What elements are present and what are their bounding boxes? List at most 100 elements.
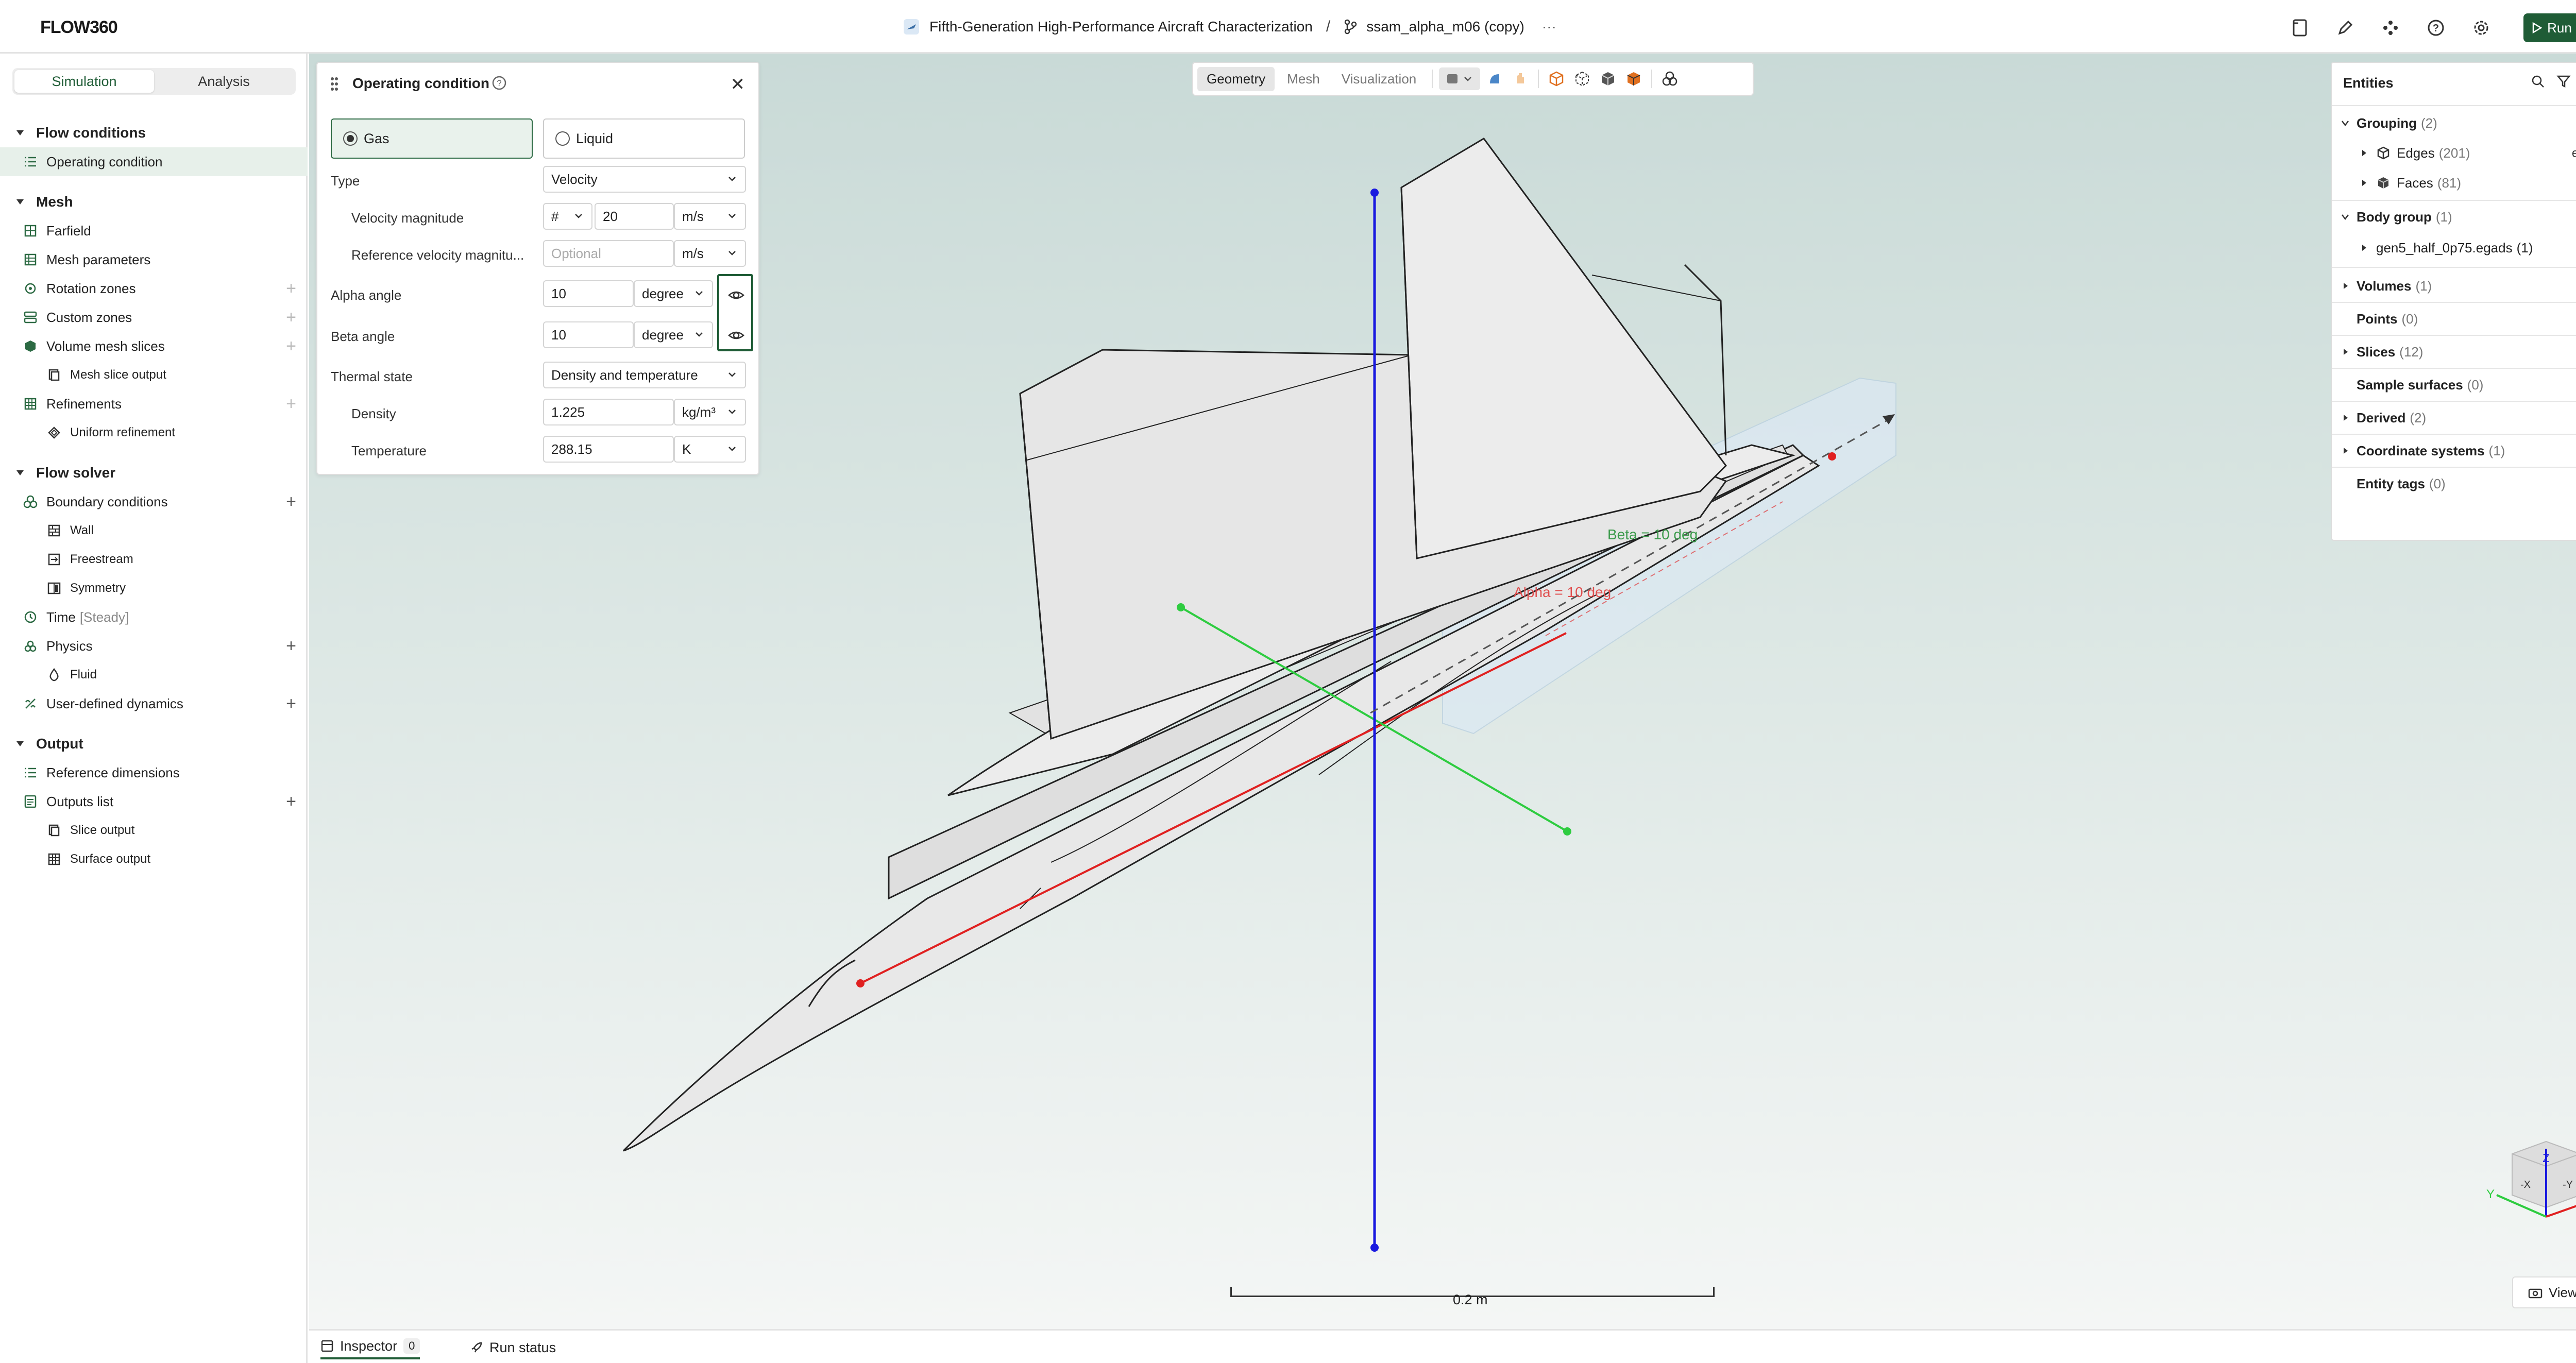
network-icon[interactable] <box>2378 15 2403 40</box>
entity-group-coordinate-systems[interactable]: Coordinate systems (1) <box>2332 436 2576 466</box>
section-output[interactable]: Output <box>0 729 308 758</box>
sidebar-item-farfield[interactable]: Farfield <box>0 216 308 245</box>
filter-icon[interactable] <box>2556 74 2571 89</box>
gas-radio[interactable]: Gas <box>331 118 533 159</box>
add-user-defined-dynamics-button[interactable]: + <box>286 694 296 714</box>
alpha-angle-input[interactable]: 10 <box>543 280 634 307</box>
entity-group-derived[interactable]: Derived (2) <box>2332 403 2576 433</box>
entity-group-grouping[interactable]: Grouping (2) <box>2332 108 2576 138</box>
section-flow-conditions[interactable]: Flow conditions <box>0 118 308 147</box>
entity-group-volumes[interactable]: Volumes (1) <box>2332 271 2576 301</box>
settings-icon[interactable] <box>2469 15 2494 40</box>
entity-group-sample-surfaces[interactable]: Sample surfaces (0) <box>2332 370 2576 400</box>
more-menu-button[interactable]: ··· <box>1542 19 1556 35</box>
sidebar-item-outputs-list[interactable]: Outputs list + <box>0 787 308 816</box>
entity-group-slices[interactable]: Slices (12) <box>2332 337 2576 367</box>
velocity-unit-select[interactable]: m/s <box>674 203 746 230</box>
document-icon[interactable] <box>2287 15 2312 40</box>
case-name-link[interactable]: ssam_alpha_m06 (copy) <box>1366 19 1524 35</box>
sidebar-item-label: Mesh parameters <box>46 251 151 267</box>
eye-icon[interactable] <box>727 286 745 304</box>
render-mode-dropdown[interactable] <box>1439 67 1481 90</box>
beta-angle-input[interactable]: 10 <box>543 321 634 348</box>
hand-icon[interactable] <box>1509 67 1532 90</box>
velocity-magnitude-mode-select[interactable]: # <box>543 203 592 230</box>
tab-geometry[interactable]: Geometry <box>1197 66 1275 91</box>
tab-analysis[interactable]: Analysis <box>154 70 294 93</box>
sidebar-item-wall[interactable]: Wall <box>0 516 308 545</box>
add-physics-button[interactable]: + <box>286 636 296 656</box>
entity-group-body-group[interactable]: Body group (1) <box>2332 202 2576 232</box>
project-name-link[interactable]: Fifth-Generation High-Performance Aircra… <box>929 19 1313 35</box>
entity-faces[interactable]: Faces(81) faceId ⇕ <box>2332 168 2576 198</box>
sidebar-item-volume-mesh-slices[interactable]: Volume mesh slices + <box>0 332 308 361</box>
beta-unit-select[interactable]: degree <box>634 321 713 348</box>
help-icon[interactable]: ? <box>492 75 507 91</box>
sidebar-item-uniform-refinement[interactable]: Uniform refinement <box>0 418 308 447</box>
add-output-button[interactable]: + <box>286 792 296 812</box>
add-boundary-condition-button[interactable]: + <box>286 492 296 512</box>
sidebar-item-mesh-slice-output[interactable]: Mesh slice output <box>0 361 308 389</box>
sidebar-item-fluid[interactable]: Fluid <box>0 660 308 689</box>
tab-inspector[interactable]: Inspector 0 <box>320 1336 420 1359</box>
sidebar-item-boundary-conditions[interactable]: Boundary conditions + <box>0 487 308 516</box>
sidebar-item-label: Operating condition <box>46 154 163 169</box>
sidebar-item-operating-condition[interactable]: Operating condition <box>0 147 308 176</box>
reference-velocity-input[interactable]: Optional <box>543 240 674 267</box>
sidebar-item-physics[interactable]: Physics + <box>0 632 308 660</box>
alpha-unit-select[interactable]: degree <box>634 280 713 307</box>
tab-visualization[interactable]: Visualization <box>1332 67 1426 91</box>
sidebar-item-freestream[interactable]: Freestream <box>0 545 308 574</box>
shading-icon[interactable] <box>1483 67 1506 90</box>
sidebar-item-rotation-zones[interactable]: Rotation zones + <box>0 274 308 303</box>
temperature-input[interactable]: 288.15 <box>543 436 674 463</box>
box-wireframe-icon[interactable] <box>1571 67 1594 90</box>
pencil-icon[interactable] <box>2333 15 2358 40</box>
edges-tag-select[interactable]: edgeId ⇕ <box>2572 146 2576 161</box>
sidebar-item-custom-zones[interactable]: Custom zones + <box>0 303 308 332</box>
search-icon[interactable] <box>2531 74 2545 89</box>
liquid-radio[interactable]: Liquid <box>543 118 745 159</box>
section-mesh[interactable]: Mesh <box>0 188 308 216</box>
add-rotation-zone-button[interactable]: + <box>286 279 296 299</box>
viewpoint-button[interactable]: Viewpoint <box>2512 1276 2576 1308</box>
tab-run-status[interactable]: Run status <box>470 1336 556 1359</box>
sidebar-item-reference-dimensions[interactable]: Reference dimensions <box>0 758 308 787</box>
box-solid-icon[interactable] <box>1597 67 1619 90</box>
venn-icon[interactable] <box>1658 67 1681 90</box>
add-refinement-button[interactable]: + <box>286 394 296 414</box>
temperature-unit-select[interactable]: K <box>674 436 746 463</box>
eye-icon[interactable] <box>727 327 745 344</box>
reference-velocity-unit-select[interactable]: m/s <box>674 240 746 267</box>
help-icon[interactable]: ? <box>2424 15 2448 40</box>
density-label: Density <box>351 406 396 421</box>
sidebar-item-time[interactable]: Time [Steady] <box>0 603 308 632</box>
view-cube[interactable]: Z -X -Y Y X <box>2459 1138 2576 1262</box>
density-input[interactable]: 1.225 <box>543 399 674 425</box>
close-icon[interactable]: ✕ <box>731 74 745 95</box>
box-colored-icon[interactable] <box>1622 67 1645 90</box>
entity-group-entity-tags[interactable]: Entity tags (0) <box>2332 469 2576 499</box>
drag-handle-icon[interactable] <box>330 76 339 92</box>
tab-mesh[interactable]: Mesh <box>1278 67 1329 91</box>
run-button[interactable]: Run <box>2523 13 2576 42</box>
entity-body-item[interactable]: gen5_half_0p75.egads (1) <box>2332 233 2576 263</box>
type-select[interactable]: Velocity <box>543 166 746 193</box>
add-custom-zone-button[interactable]: + <box>286 308 296 328</box>
velocity-magnitude-input[interactable]: 20 <box>595 203 674 230</box>
entity-group-points[interactable]: Points (0) <box>2332 304 2576 334</box>
sidebar-item-mesh-parameters[interactable]: Mesh parameters <box>0 245 308 274</box>
sidebar-item-user-defined-dynamics[interactable]: User-defined dynamics + <box>0 689 308 718</box>
add-volume-mesh-slice-button[interactable]: + <box>286 336 296 356</box>
sidebar-item-slice-output[interactable]: Slice output <box>0 816 308 845</box>
tab-simulation[interactable]: Simulation <box>14 70 154 93</box>
sidebar-item-surface-output[interactable]: Surface output <box>0 845 308 874</box>
section-flow-solver[interactable]: Flow solver <box>0 458 308 487</box>
sidebar-item-refinements[interactable]: Refinements + <box>0 389 308 418</box>
entity-edges[interactable]: Edges(201) edgeId ⇕ <box>2332 138 2576 168</box>
thermal-state-select[interactable]: Density and temperature <box>543 362 746 388</box>
caret-right-icon <box>2343 447 2348 454</box>
sidebar-item-symmetry[interactable]: Symmetry <box>0 574 308 603</box>
box-outline-icon[interactable] <box>1545 67 1568 90</box>
density-unit-select[interactable]: kg/m³ <box>674 399 746 425</box>
